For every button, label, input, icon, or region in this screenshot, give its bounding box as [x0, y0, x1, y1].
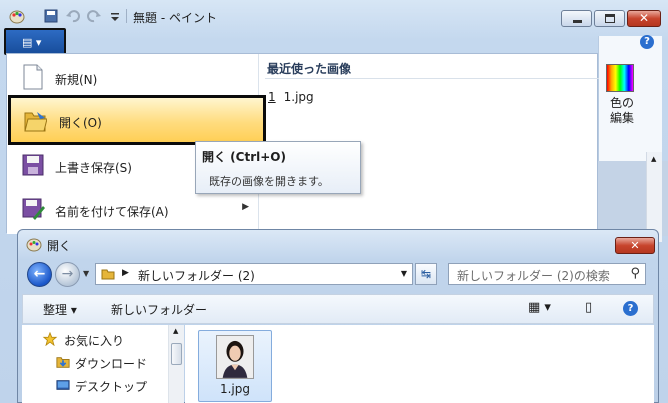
customize-qat-icon[interactable] [107, 8, 123, 24]
menu-item-open[interactable]: 開く(O) [8, 95, 266, 145]
search-icon[interactable]: ⚲ [630, 266, 640, 281]
dialog-close-button[interactable]: ✕ [615, 237, 655, 254]
back-button[interactable]: ← [27, 262, 52, 287]
scrollbar-thumb[interactable] [171, 343, 182, 365]
close-icon: ✕ [630, 239, 640, 252]
search-input[interactable]: 新しいフォルダー (2)の検索 ⚲ [448, 263, 646, 285]
tooltip-body: 既存の画像を開きます。 [209, 175, 329, 188]
file-list: 1.jpg [185, 325, 654, 403]
dialog-help-icon[interactable]: ? [623, 301, 638, 316]
new-folder-button[interactable]: 新しいフォルダー [111, 301, 207, 318]
address-path[interactable]: 新しいフォルダー (2) [138, 267, 255, 284]
save-icon[interactable] [43, 8, 59, 24]
close-button[interactable]: ✕ [627, 10, 661, 27]
recent-item[interactable]: 1 1.jpg [268, 90, 314, 104]
paint-app-icon[interactable] [9, 8, 25, 24]
menu-item-label: 開く(O) [59, 116, 102, 130]
minimize-button[interactable] [561, 10, 592, 27]
nav-item-label: ダウンロード [75, 357, 148, 371]
nav-item-downloads[interactable]: ダウンロード [22, 352, 168, 374]
recent-divider [265, 78, 599, 79]
window-title: 無題 - ペイント [133, 11, 217, 25]
maximize-icon [605, 14, 615, 23]
title-bar: 無題 - ペイント ✕ [0, 0, 668, 30]
organize-button[interactable]: 整理 ▾ [43, 301, 77, 318]
open-tooltip: 開く (Ctrl+O) 既存の画像を開きます。 [195, 141, 361, 194]
menu-item-new[interactable]: 新規(N) [7, 56, 259, 100]
desktop-icon [56, 380, 70, 390]
back-arrow-icon: ← [33, 266, 46, 282]
help-icon[interactable]: ? [640, 35, 654, 49]
nav-item-label: デスクトップ [75, 380, 148, 394]
navigation-pane: お気に入り ダウンロード デスクトップ ▲ [22, 325, 184, 403]
paint-dialog-icon [26, 238, 42, 252]
scroll-up-icon[interactable]: ▲ [173, 327, 178, 335]
open-dialog: 開く ✕ ← → ▼ ▶ 新しいフォルダー (2) ▼ ↹ 新しいフォルダー (… [17, 229, 659, 403]
nav-item-desktop[interactable]: デスクトップ [22, 375, 168, 397]
nav-item-favorites[interactable]: お気に入り [22, 329, 168, 351]
menu-item-save-as[interactable]: 名前を付けて保存(A) ▶ [7, 188, 259, 232]
nav-pane-scrollbar[interactable]: ▲ [168, 325, 184, 403]
search-placeholder: 新しいフォルダー (2)の検索 [457, 269, 610, 283]
refresh-icon: ↹ [420, 267, 432, 281]
download-folder-icon [56, 357, 70, 368]
save-disk-icon [22, 154, 44, 176]
undo-icon[interactable] [65, 8, 81, 24]
new-document-icon [23, 64, 43, 90]
forward-button[interactable]: → [55, 262, 80, 287]
star-icon [42, 332, 58, 346]
close-icon: ✕ [639, 11, 650, 25]
open-folder-icon [24, 112, 47, 132]
menu-item-label: 新規(N) [55, 73, 98, 87]
redo-icon[interactable] [86, 8, 102, 24]
menu-item-label: 上書き保存(S) [55, 161, 132, 175]
minimize-icon [573, 20, 582, 23]
address-dropdown-icon[interactable]: ▼ [401, 269, 407, 278]
nav-item-label: お気に入り [64, 334, 125, 348]
scroll-up-icon[interactable]: ▲ [651, 155, 656, 163]
recent-item-number: 1 [268, 90, 276, 104]
save-as-icon [22, 198, 45, 220]
submenu-arrow-icon: ▶ [242, 202, 249, 212]
preview-pane-icon[interactable]: ▯ [585, 300, 592, 315]
dialog-title: 開く [47, 239, 72, 253]
tooltip-title: 開く (Ctrl+O) [202, 150, 286, 164]
file-menu-button[interactable]: ▤ ▾ [4, 28, 66, 55]
address-bar[interactable]: ▶ 新しいフォルダー (2) ▼ [95, 263, 413, 285]
title-separator [126, 9, 127, 23]
refresh-button[interactable]: ↹ [415, 263, 437, 285]
recent-locations-dropdown-icon[interactable]: ▼ [83, 269, 89, 278]
breadcrumb-separator-icon[interactable]: ▶ [122, 268, 129, 278]
file-item[interactable]: 1.jpg [198, 330, 272, 402]
file-menu-icon: ▤ ▾ [22, 36, 42, 49]
file-name: 1.jpg [219, 382, 251, 396]
color-palette-icon[interactable] [606, 64, 634, 92]
dialog-toolbar: 整理 ▾ 新しいフォルダー ▦ ▾ ▯ ? [22, 294, 654, 324]
forward-arrow-icon: → [61, 266, 74, 282]
maximize-button[interactable] [594, 10, 625, 27]
view-options-icon[interactable]: ▦ ▾ [528, 300, 551, 315]
recent-item-name: 1.jpg [283, 90, 314, 104]
photo-thumbnail [216, 335, 254, 379]
menu-item-label: 名前を付けて保存(A) [55, 205, 169, 219]
folder-icon [101, 269, 115, 280]
edit-colors-label[interactable]: 色の 編集 [606, 96, 638, 126]
recent-images-heading: 最近使った画像 [267, 62, 352, 76]
